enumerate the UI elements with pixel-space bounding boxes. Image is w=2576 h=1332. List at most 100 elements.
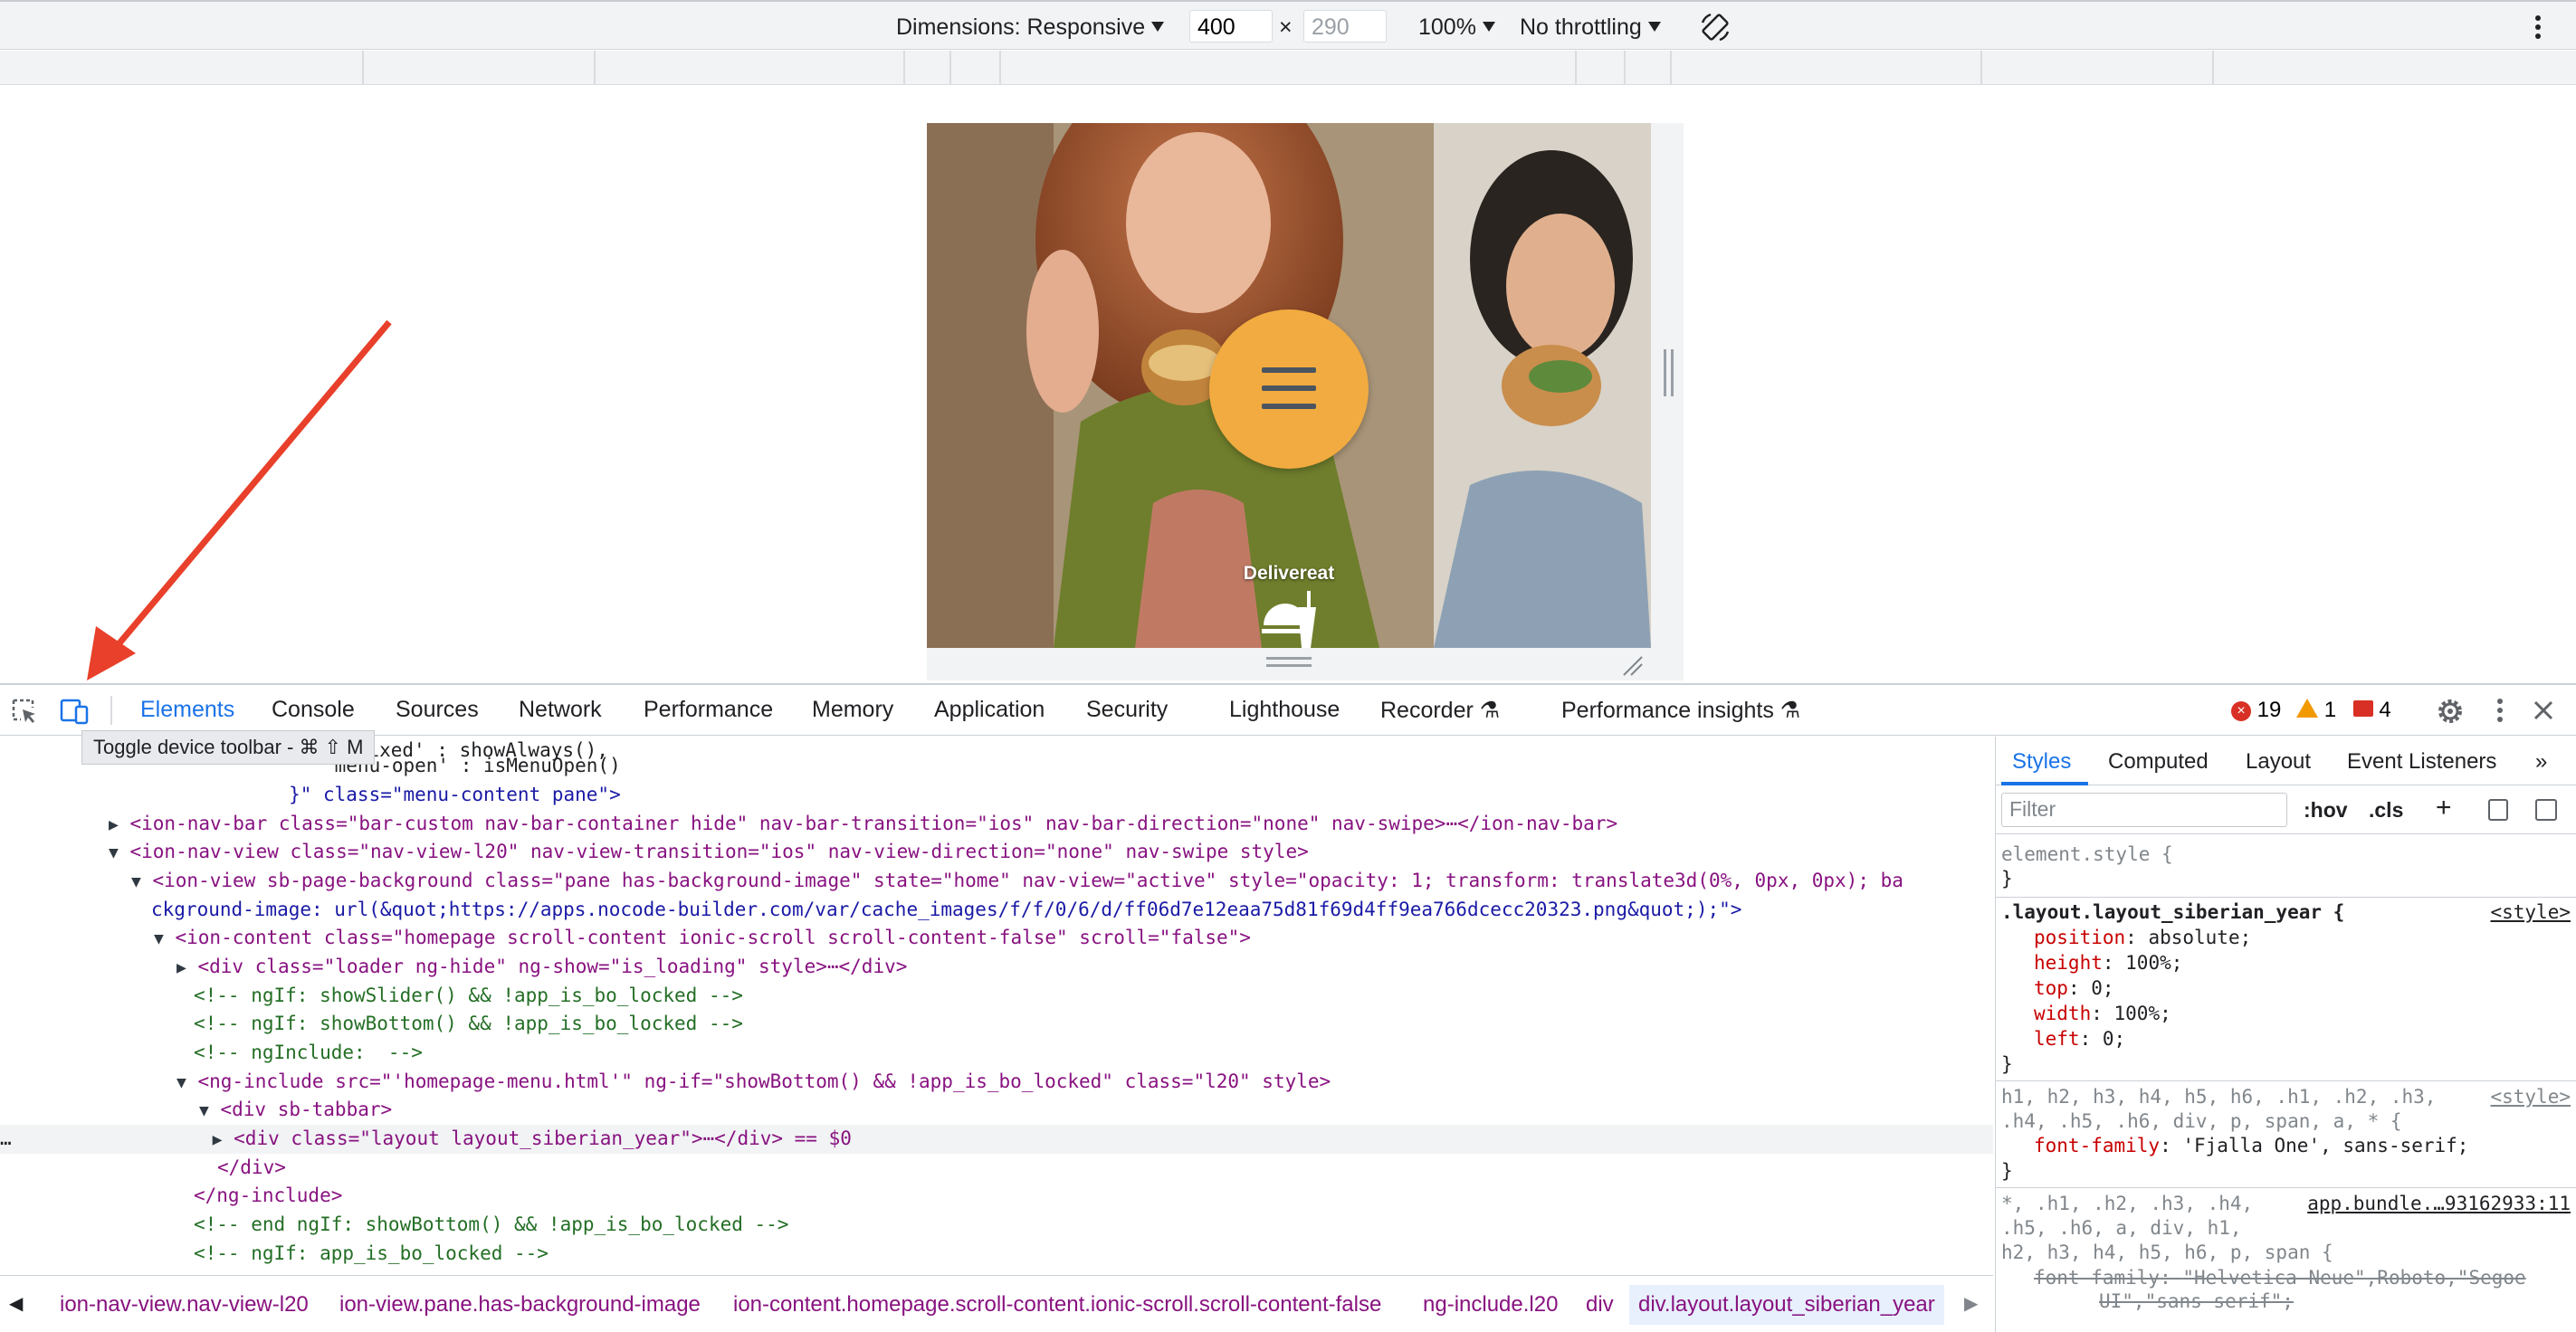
bottom-resize-strip [927,648,1651,680]
rule-divider [1996,1080,2576,1081]
expand-triangle-icon[interactable]: ▶ [213,1130,223,1149]
css-property[interactable]: position: absolute; [2034,927,2576,948]
throttling-dropdown[interactable]: No throttling [1520,14,1661,41]
paint-brush-icon[interactable] [2488,799,2508,821]
tab-event-listeners[interactable]: Event Listeners [2347,749,2496,775]
dom-line[interactable]: 'menu-open' : isMenuOpen() [163,752,1993,781]
dom-line[interactable]: </ng-include> [194,1182,1993,1211]
width-input[interactable]: 400 [1189,10,1273,43]
hov-toggle[interactable]: :hov [2304,798,2348,823]
right-resize-handle[interactable] [1664,349,1666,396]
tab-security[interactable]: Security [1086,697,1168,723]
rule2-selector[interactable]: h1, h2, h3, h4, h5, h6, .h1, .h2, .h3, [2001,1086,2571,1108]
row-menu-icon[interactable]: … [0,1127,12,1149]
tab-lighthouse[interactable]: Lighthouse [1229,697,1340,723]
cls-toggle[interactable]: .cls [2369,798,2403,823]
element-style-selector[interactable]: element.style { [2001,843,2571,865]
tab-application[interactable]: Application [934,697,1045,723]
chevron-down-icon [1482,22,1495,32]
corner-resize-icon[interactable] [1620,653,1644,677]
css-property-name: left [2034,1028,2080,1050]
css-property[interactable]: top: 0; [2034,977,2576,999]
dom-comment[interactable]: <!-- end ngIf: showBottom() && !app_is_b… [194,1211,1993,1240]
height-input[interactable]: 290 [1303,10,1387,43]
rotate-icon[interactable] [1698,10,1732,44]
dom-line[interactable]: </div> [217,1154,1993,1183]
css-property[interactable]: width: 100%; [2034,1003,2576,1024]
breadcrumb-item[interactable]: ion-nav-view.nav-view-l20 [60,1292,309,1318]
close-icon[interactable] [2531,698,2556,723]
zoom-dropdown[interactable]: 100% [1418,14,1495,41]
inspect-element-icon[interactable] [11,698,38,725]
settings-gear-icon[interactable] [2435,696,2466,727]
more-tabs-icon[interactable]: » [2535,749,2547,775]
tab-memory[interactable]: Memory [812,697,893,723]
dom-comment[interactable]: <!-- ngIf: showBottom() && !app_is_bo_lo… [194,1010,1993,1039]
issues-counters[interactable]: × 19 1 4 [2231,698,2391,723]
expand-triangle-icon[interactable]: ▶ [109,815,119,834]
sidebar-toggle-icon[interactable] [2535,799,2557,821]
more-vertical-icon[interactable] [2493,696,2507,725]
dom-line[interactable]: ▶ <div class="loader ng-hide" ng-show="i… [177,953,1993,982]
breadcrumb-item[interactable]: div [1586,1292,1614,1318]
dom-comment[interactable]: <!-- ngInclude: --> [194,1039,1993,1068]
rule1-selector[interactable]: .layout.layout_siberian_year { [2001,901,2571,923]
dom-line[interactable]: ▼ <ion-content class="homepage scroll-co… [154,924,1993,953]
expand-triangle-icon[interactable]: ▶ [177,958,186,977]
styles-filter-input[interactable]: Filter [2001,793,2287,827]
breadcrumb-item[interactable]: ion-view.pane.has-background-image [339,1292,701,1318]
rule2-selector-cont[interactable]: .h4, .h5, .h6, div, p, span, a, * { [2001,1110,2571,1132]
toggle-device-toolbar-icon[interactable] [60,698,91,725]
dom-line[interactable]: ▼ <ion-nav-view class="nav-view-l20" nav… [109,838,1993,867]
css-property[interactable]: left: 0; [2034,1028,2576,1050]
rule3-source-link[interactable]: app.bundle.…93162933:11 [2307,1193,2571,1214]
rule1-source-link[interactable]: <style> [2490,901,2571,923]
collapse-triangle-icon[interactable]: ▼ [131,872,141,891]
tab-performance-insights[interactable]: Performance insights ⚗ [1561,697,1800,724]
more-vertical-icon[interactable] [2531,13,2545,42]
rule3-selector-cont[interactable]: .h5, .h6, a, div, h1, [2001,1217,2571,1239]
dom-line[interactable]: ▼ <div sb-tabbar> [199,1096,1993,1125]
dom-comment[interactable]: <!-- ngIf: showSlider() && !app_is_bo_lo… [194,982,1993,1011]
tab-recorder[interactable]: Recorder ⚗ [1380,697,1500,724]
dom-comment[interactable]: <!-- ngIf: app_is_bo_locked --> [194,1240,1993,1269]
bottom-resize-handle[interactable] [1266,657,1312,660]
dom-line[interactable]: ▼ <ng-include src="'homepage-menu.html'"… [177,1068,1993,1097]
css-property-overridden[interactable]: font-family: "Helvetica Neue",Roboto,"Se… [2034,1267,2576,1289]
breadcrumb-item[interactable]: ng-include.l20 [1423,1292,1558,1318]
media-query-ruler[interactable] [0,51,2576,85]
flask-icon: ⚗ [1479,698,1501,723]
collapse-triangle-icon[interactable]: ▼ [154,929,164,948]
css-property[interactable]: font-family: 'Fjalla One', sans-serif; [2034,1135,2576,1156]
toggle-device-toolbar-tooltip: Toggle device toolbar - ⌘ ⇧ M [81,730,376,765]
collapse-triangle-icon[interactable]: ▼ [199,1101,209,1120]
tab-console[interactable]: Console [272,697,355,723]
tab-elements[interactable]: Elements [140,697,234,723]
warning-icon [2296,699,2319,718]
dom-line-selected[interactable]: … ▶ <div class="layout layout_siberian_ye… [0,1125,1993,1154]
new-style-rule-icon[interactable]: + [2436,793,2452,823]
menu-button[interactable] [1209,309,1369,469]
collapse-triangle-icon[interactable]: ▼ [109,843,119,862]
collapse-triangle-icon[interactable]: ▼ [177,1073,186,1092]
elements-dom-tree[interactable]: 'ter-fixed' : showAlways(), 'menu-open' … [0,737,1993,1275]
tab-layout[interactable]: Layout [2246,749,2311,775]
css-property-value: "Helvetica Neue",Roboto,"Segoe [2182,1267,2526,1289]
dom-line[interactable]: ▶ <ion-nav-bar class="bar-custom nav-bar… [109,810,1993,839]
tab-performance[interactable]: Performance [644,697,773,723]
tab-styles[interactable]: Styles [2012,749,2071,775]
dom-line[interactable]: ▼ <ion-view sb-page-background class="pa… [131,867,1993,896]
tab-network[interactable]: Network [519,697,602,723]
dom-line[interactable]: ckground-image: url(&quot;https://apps.n… [151,896,1993,925]
scroll-right-icon[interactable]: ▶ [1964,1292,1978,1315]
dom-line[interactable]: }" class="menu-content pane"> [163,781,1993,810]
css-property[interactable]: height: 100%; [2034,952,2576,974]
tab-sources[interactable]: Sources [396,697,479,723]
breadcrumb-item-active[interactable]: div.layout.layout_siberian_year [1629,1285,1944,1325]
breadcrumb-item[interactable]: ion-content.homepage.scroll-content.ioni… [733,1292,1381,1318]
rule3-selector-cont[interactable]: h2, h3, h4, h5, h6, p, span { [2001,1242,2571,1263]
scroll-left-icon[interactable]: ◀ [9,1292,23,1315]
tab-computed[interactable]: Computed [2108,749,2209,775]
dimensions-dropdown[interactable]: Dimensions: Responsive [896,14,1165,41]
rule2-source-link[interactable]: <style> [2490,1086,2571,1108]
